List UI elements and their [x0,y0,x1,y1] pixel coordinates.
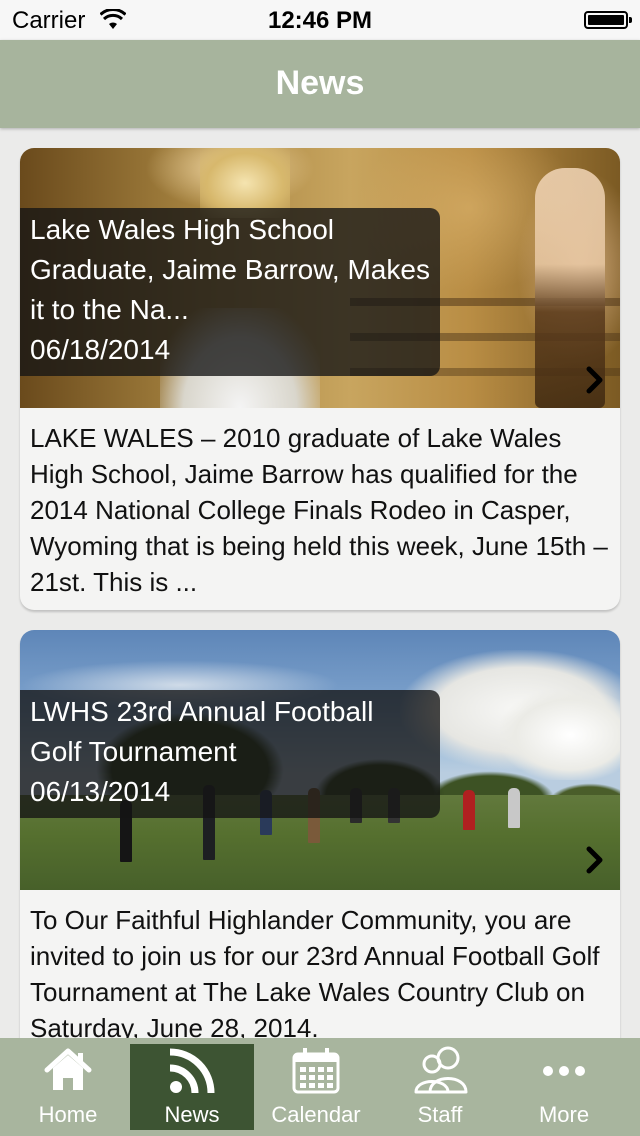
tab-bar: Home News Calendar Staff More [0,1038,640,1136]
news-date: 06/18/2014 [30,334,171,365]
status-bar: Carrier 12:46 PM [0,0,640,40]
tab-label: News [164,1102,220,1127]
tab-staff[interactable]: Staff [378,1044,502,1130]
battery-icon [584,11,632,29]
news-image: Lake Wales High School Graduate, Jaime B… [20,148,620,408]
news-title-overlay: Lake Wales High School Graduate, Jaime B… [20,208,440,376]
more-icon [543,1066,585,1076]
news-title-overlay: LWHS 23rd Annual Football Golf Tournamen… [20,690,440,818]
tab-label: Staff [417,1102,463,1127]
home-icon [44,1048,92,1090]
rss-icon [169,1048,215,1094]
news-date: 06/13/2014 [30,776,171,807]
news-title: LWHS 23rd Annual Football Golf Tournamen… [30,696,374,767]
news-excerpt: To Our Faithful Highlander Community, yo… [30,905,600,1038]
news-card[interactable]: LWHS 23rd Annual Football Golf Tournamen… [20,630,620,1038]
news-title: Lake Wales High School Graduate, Jaime B… [30,214,430,325]
navigation-bar: News [0,40,640,128]
news-card[interactable]: Lake Wales High School Graduate, Jaime B… [20,148,620,610]
tab-news[interactable]: News [130,1044,254,1130]
tab-more[interactable]: More [502,1044,626,1130]
chevron-right-icon [586,366,603,394]
staff-icon [414,1046,468,1094]
page-title: News [275,64,365,102]
tab-label: Calendar [271,1102,361,1127]
tab-label: More [538,1102,590,1127]
tab-home[interactable]: Home [6,1044,130,1130]
calendar-icon [292,1048,340,1094]
news-excerpt: LAKE WALES – 2010 graduate of Lake Wales… [30,423,608,597]
news-image: LWHS 23rd Annual Football Golf Tournamen… [20,630,620,890]
tab-calendar[interactable]: Calendar [254,1044,378,1130]
tab-label: Home [38,1102,98,1127]
chevron-right-icon [586,846,603,874]
clock: 12:46 PM [267,7,373,34]
news-list[interactable]: Lake Wales High School Graduate, Jaime B… [0,128,640,1038]
